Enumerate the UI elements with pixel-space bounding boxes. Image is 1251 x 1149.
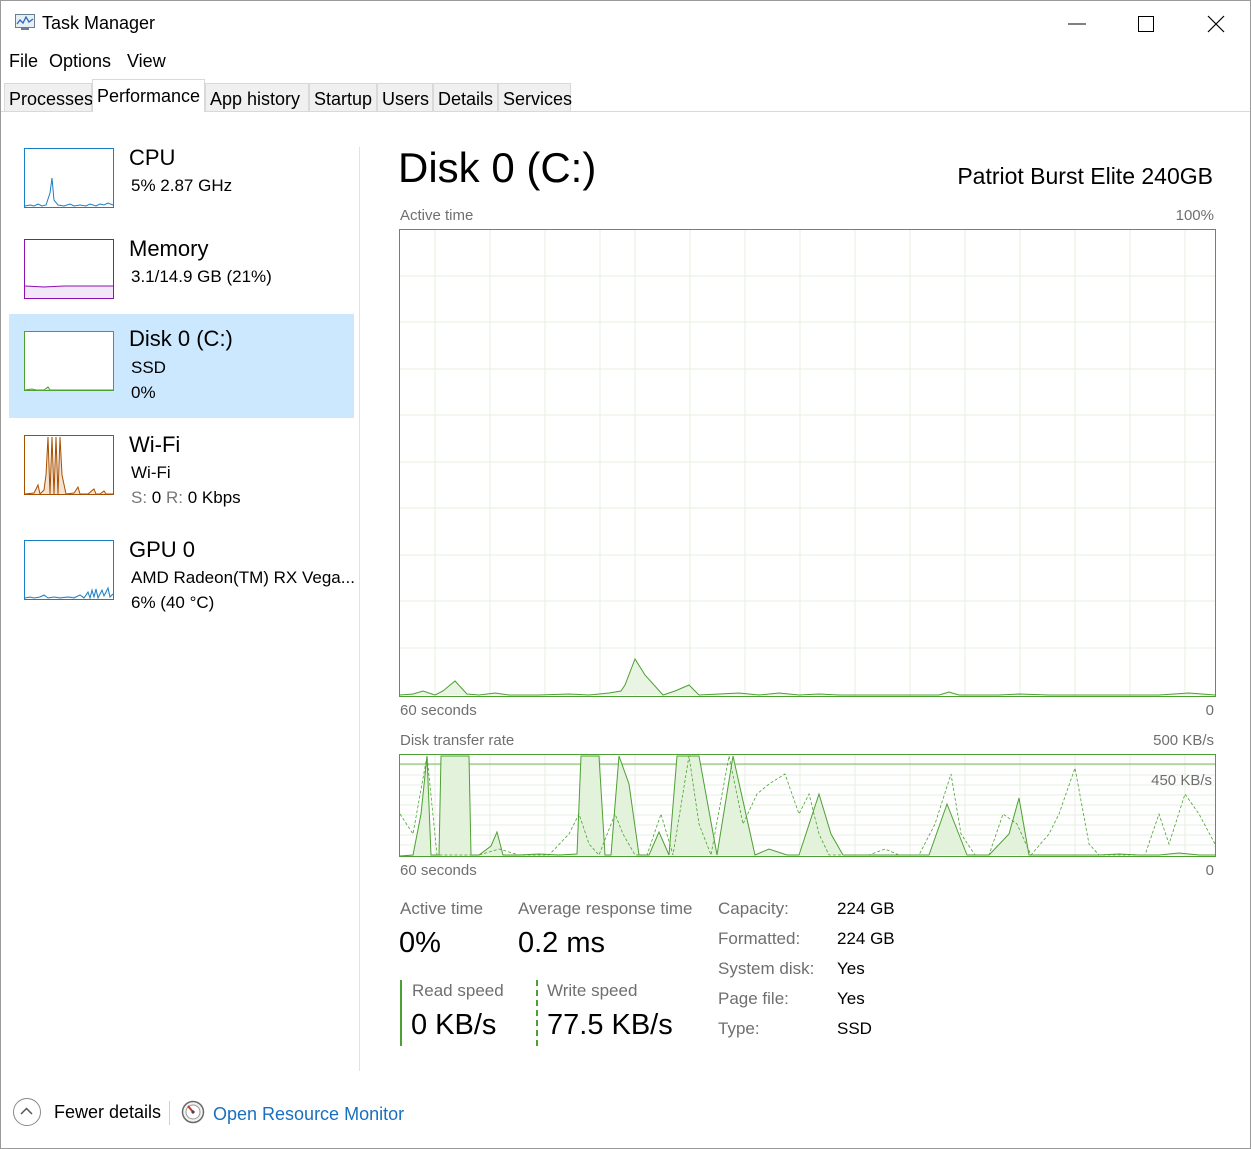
chevron-up-icon	[13, 1098, 41, 1126]
disk-thumbnail-graph	[24, 331, 114, 391]
sidebar-wifi-adapter: Wi-Fi	[131, 463, 171, 482]
tab-performance[interactable]: Performance	[92, 79, 205, 112]
sidebar-cpu-usage: 5% 2.87 GHz	[131, 176, 233, 195]
active-time-stat-label: Active time	[400, 899, 484, 918]
wifi-send-value: 0	[151, 488, 162, 507]
maximize-button[interactable]	[1111, 1, 1181, 45]
active-time-stat-value: 0%	[399, 927, 441, 959]
minimize-icon	[1068, 23, 1086, 25]
sidebar-divider	[359, 147, 360, 1071]
memory-thumbnail-graph	[24, 239, 114, 299]
fewer-details-label: Fewer details	[54, 1102, 162, 1122]
tab-startup[interactable]: Startup	[309, 83, 377, 111]
title-bar: Task Manager	[1, 1, 1250, 45]
sidebar-memory-title: Memory	[129, 236, 209, 261]
wifi-receive-value: 0 Kbps	[187, 488, 241, 507]
tab-services[interactable]: Services	[498, 83, 572, 111]
active-time-xmin: 0	[1205, 702, 1214, 719]
avg-response-value: 0.2 ms	[518, 927, 606, 959]
close-button[interactable]	[1181, 1, 1251, 45]
active-time-chart	[399, 229, 1216, 697]
sidebar-item-gpu[interactable]: GPU 0 AMD Radeon(TM) RX Vega... 6% (40 °…	[9, 528, 355, 632]
menu-file[interactable]: File	[9, 51, 38, 72]
fewer-details-button[interactable]: Fewer details	[13, 1097, 173, 1129]
menu-view[interactable]: View	[127, 51, 166, 72]
write-speed-legend-line	[536, 980, 538, 1046]
sidebar-gpu-model: AMD Radeon(TM) RX Vega...	[131, 568, 355, 587]
read-speed-value: 0 KB/s	[411, 1009, 497, 1041]
type-value: SSD	[837, 1019, 872, 1038]
transfer-rate-chart	[399, 754, 1216, 857]
transfer-rate-chart-max: 500 KB/s	[1153, 732, 1214, 749]
sidebar-disk-usage: 0%	[131, 383, 156, 402]
minimize-button[interactable]	[1042, 1, 1112, 45]
sidebar-gpu-usage: 6% (40 °C)	[131, 593, 215, 612]
wifi-receive-label: R:	[166, 488, 183, 507]
system-disk-label: System disk:	[718, 959, 815, 978]
open-resource-monitor-link[interactable]: Open Resource Monitor	[181, 1099, 411, 1129]
sidebar-disk-title: Disk 0 (C:)	[129, 326, 233, 351]
window-title: Task Manager	[42, 13, 156, 33]
formatted-value: 224 GB	[837, 929, 895, 948]
capacity-label: Capacity:	[718, 899, 789, 918]
maximize-icon	[1138, 16, 1154, 32]
task-manager-icon	[15, 14, 35, 30]
transfer-rate-xmin: 0	[1205, 862, 1214, 879]
resource-monitor-icon	[181, 1100, 205, 1124]
avg-response-label: Average response time	[518, 899, 693, 918]
active-time-chart-label: Active time	[400, 207, 474, 224]
sidebar-item-cpu[interactable]: CPU 5% 2.87 GHz	[9, 136, 354, 240]
disk-model-name: Patriot Burst Elite 240GB	[957, 163, 1213, 189]
sidebar-wifi-title: Wi-Fi	[129, 432, 181, 457]
type-label: Type:	[718, 1019, 760, 1038]
open-resource-monitor-label: Open Resource Monitor	[213, 1104, 405, 1124]
sidebar-memory-usage: 3.1/14.9 GB (21%)	[131, 267, 272, 286]
sidebar-item-disk[interactable]: Disk 0 (C:) SSD 0%	[9, 314, 354, 418]
sidebar-wifi-throughput: S: 0 R: 0 Kbps	[131, 488, 241, 508]
transfer-rate-chart-label: Disk transfer rate	[400, 732, 515, 749]
wifi-thumbnail-graph	[24, 435, 114, 495]
tab-details[interactable]: Details	[433, 83, 498, 111]
system-disk-value: Yes	[837, 959, 865, 978]
transfer-rate-mark: 450 KB/s	[1151, 772, 1212, 789]
tab-users[interactable]: Users	[377, 83, 433, 111]
close-icon	[1207, 15, 1225, 33]
write-speed-label: Write speed	[547, 981, 638, 1000]
active-time-xlabel: 60 seconds	[400, 702, 477, 719]
menu-options[interactable]: Options	[49, 51, 111, 72]
sidebar-cpu-title: CPU	[129, 145, 176, 170]
page-file-value: Yes	[837, 989, 865, 1008]
wifi-send-label: S:	[131, 488, 148, 507]
transfer-rate-xlabel: 60 seconds	[400, 862, 477, 879]
tab-processes[interactable]: Processes	[4, 83, 93, 111]
active-time-chart-max: 100%	[1175, 207, 1214, 224]
gpu-thumbnail-graph	[24, 540, 114, 600]
page-title: Disk 0 (C:)	[398, 144, 597, 191]
footer-divider	[169, 1101, 170, 1125]
sidebar-disk-type: SSD	[131, 358, 166, 377]
read-speed-legend-line	[400, 980, 402, 1046]
write-speed-value: 77.5 KB/s	[547, 1009, 673, 1041]
task-manager-window: Task Manager File Options View Processes…	[0, 0, 1251, 1149]
tab-bar: Processes Performance App history Startu…	[1, 79, 1250, 112]
capacity-value: 224 GB	[837, 899, 895, 918]
cpu-thumbnail-graph	[24, 148, 114, 208]
sidebar-gpu-title: GPU 0	[129, 537, 196, 562]
formatted-label: Formatted:	[718, 929, 801, 948]
page-file-label: Page file:	[718, 989, 789, 1008]
tab-app-history[interactable]: App history	[205, 83, 309, 111]
sidebar-item-wifi[interactable]: Wi-Fi Wi-Fi S: 0 R: 0 Kbps	[9, 423, 354, 527]
read-speed-label: Read speed	[412, 981, 504, 1000]
